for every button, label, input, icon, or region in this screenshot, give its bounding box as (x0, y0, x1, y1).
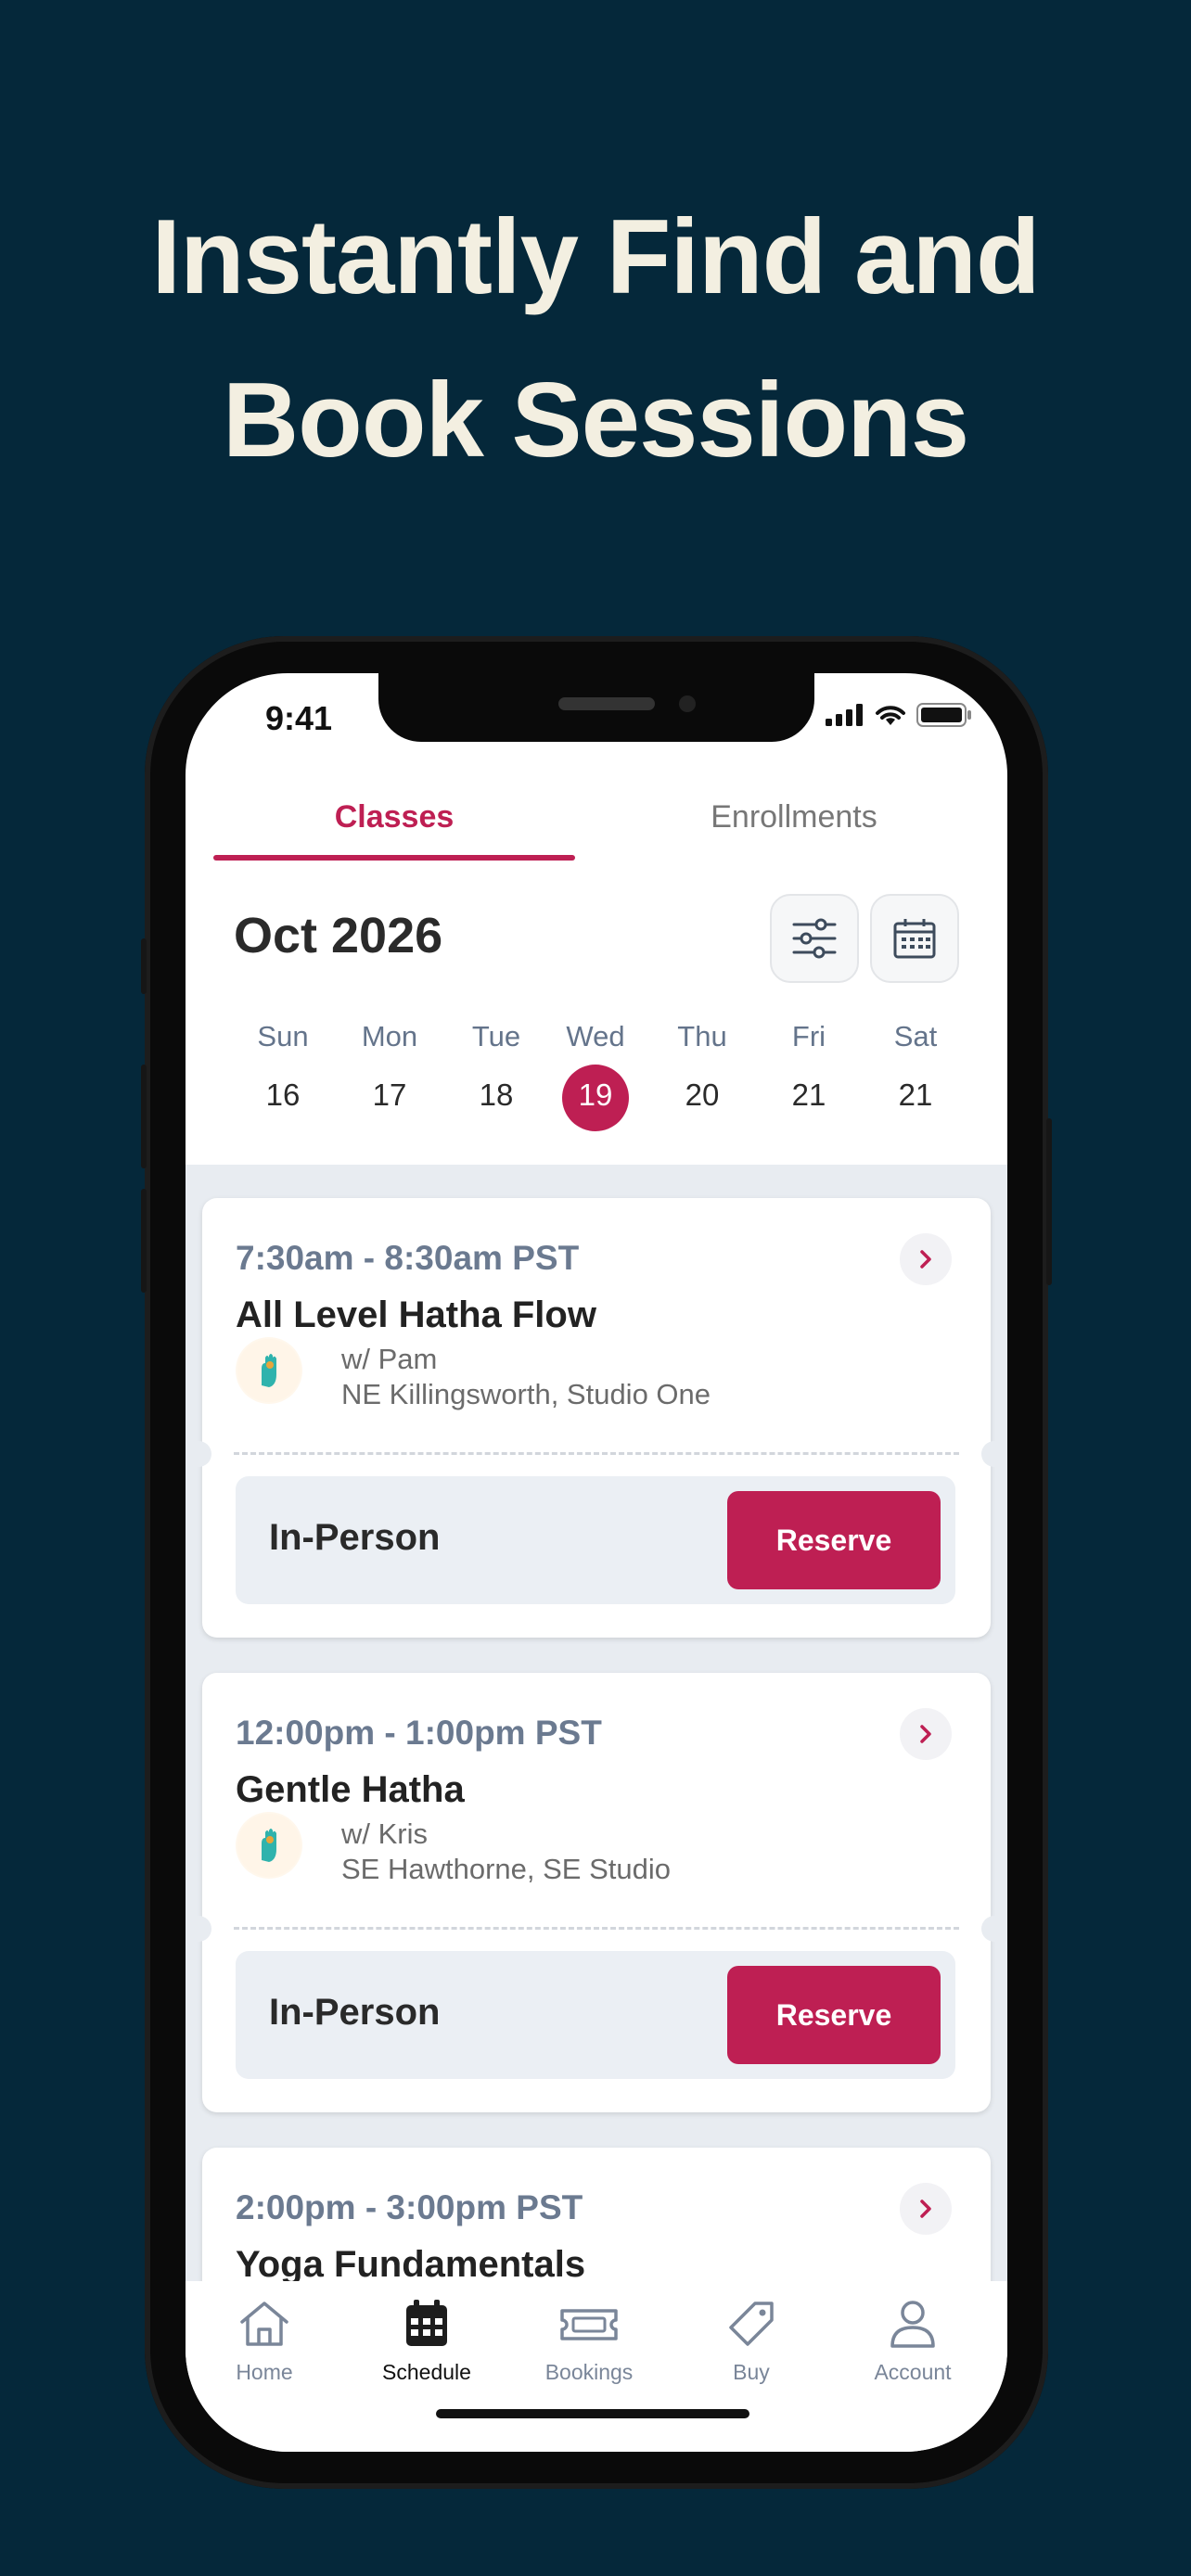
home-indicator[interactable] (436, 2409, 749, 2418)
day-number[interactable]: 16 (237, 1078, 329, 1113)
front-camera (679, 695, 696, 712)
instructor-name: w/ Pam (341, 1343, 438, 1375)
power-button (1046, 1118, 1052, 1285)
calendar-picker-button[interactable] (870, 894, 959, 983)
class-card[interactable]: 12:00pm - 1:00pm PST Gentle Hatha w/ Kri… (186, 1673, 1007, 2112)
class-details-button[interactable] (900, 1708, 952, 1760)
person-icon (890, 2301, 935, 2348)
ticket-notch (186, 1916, 211, 1942)
day-number[interactable]: 18 (450, 1078, 543, 1113)
instructor-name: w/ Kris (341, 1817, 428, 1850)
weekday-label: Wed (566, 1020, 625, 1052)
weekday-label: Mon (361, 1020, 418, 1052)
attendance-mode: In-Person (269, 1992, 441, 2033)
tabbar-item-buy[interactable]: Buy (677, 2298, 826, 2385)
class-title: Yoga Fundamentals (236, 2244, 586, 2285)
signal-icon (826, 704, 863, 726)
day-number[interactable]: 21 (869, 1078, 962, 1113)
class-details-button[interactable] (900, 1233, 952, 1285)
class-location: SE Hawthorne, SE Studio (341, 1853, 671, 1885)
studio-logo (236, 1337, 302, 1404)
marketing-headline: Instantly Find and Book Sessions (0, 176, 1191, 503)
speaker-grille (558, 697, 655, 710)
home-icon (240, 2302, 288, 2346)
headline-line-1: Instantly Find and (151, 198, 1040, 316)
weekday-label: Tue (471, 1020, 521, 1052)
dashed-divider (234, 1927, 959, 1930)
tabbar-label: Schedule (382, 2360, 471, 2384)
ticket-notch (981, 1441, 1007, 1467)
tabbar-label: Buy (733, 2360, 770, 2384)
weekday-label: Sun (257, 1020, 309, 1052)
hand-logo-icon (237, 1339, 301, 1402)
class-list[interactable]: 7:30am - 8:30am PST All Level Hatha Flow… (186, 1165, 1007, 2305)
status-time: 9:41 (265, 699, 333, 737)
tabbar-label: Account (874, 2360, 952, 2384)
status-icons (826, 703, 972, 727)
ticket-icon (560, 2309, 618, 2340)
booking-row: In-Person Reserve (236, 1476, 955, 1604)
tab-enrollments[interactable]: Enrollments (608, 799, 980, 835)
active-tab-indicator (213, 855, 575, 861)
mute-switch (141, 938, 147, 994)
ticket-notch (186, 1441, 211, 1467)
class-title: All Level Hatha Flow (236, 1294, 596, 1335)
tab-classes[interactable]: Classes (213, 799, 575, 835)
chevron-right-icon (920, 1725, 931, 1743)
filter-button[interactable] (770, 894, 859, 983)
device-notch (378, 673, 814, 742)
weekday-label: Sat (893, 1020, 938, 1052)
studio-logo (236, 1812, 302, 1879)
tabbar-item-bookings[interactable]: Bookings (515, 2298, 663, 2385)
tabbar-label: Home (236, 2360, 293, 2384)
attendance-mode: In-Person (269, 1517, 441, 1558)
weekday-label: Fri (791, 1020, 826, 1052)
wifi-icon (876, 706, 905, 725)
chevron-right-icon (920, 2200, 931, 2218)
class-location: NE Killingsworth, Studio One (341, 1378, 711, 1410)
class-card[interactable]: 7:30am - 8:30am PST All Level Hatha Flow… (186, 1198, 1007, 1638)
day-number[interactable]: 20 (656, 1078, 749, 1113)
booking-row: In-Person Reserve (236, 1951, 955, 2079)
volume-up-button (141, 1065, 147, 1168)
reserve-button[interactable]: Reserve (727, 1966, 941, 2064)
tabbar-item-account[interactable]: Account (839, 2298, 987, 2385)
ticket-notch (981, 1916, 1007, 1942)
day-number-selected[interactable]: 19 (549, 1078, 642, 1113)
class-time: 2:00pm - 3:00pm PST (236, 2188, 583, 2226)
chevron-right-icon (920, 1250, 931, 1269)
hand-logo-icon (237, 1814, 301, 1877)
class-time: 7:30am - 8:30am PST (236, 1239, 580, 1277)
day-number[interactable]: 17 (343, 1078, 436, 1113)
headline-line-2: Book Sessions (222, 362, 969, 479)
tabbar-item-home[interactable]: Home (190, 2298, 339, 2385)
dashed-divider (234, 1452, 959, 1455)
tabbar-label: Bookings (544, 2360, 634, 2384)
volume-down-button (141, 1189, 147, 1293)
sliders-icon (792, 918, 837, 959)
day-number[interactable]: 21 (762, 1078, 855, 1113)
tag-icon (729, 2302, 774, 2346)
weekday-label: Thu (677, 1020, 727, 1052)
battery-icon (916, 703, 971, 727)
bottom-tab-bar: Home Schedule Bookings Buy Account (186, 2281, 1007, 2452)
class-title: Gentle Hatha (236, 1769, 465, 1810)
calendar-grid-icon (893, 919, 936, 959)
class-time: 12:00pm - 1:00pm PST (236, 1714, 602, 1752)
tabbar-item-schedule[interactable]: Schedule (352, 2298, 501, 2385)
phone-frame: 9:41 Classes Enrollments Oct 2026 Sun Mo… (141, 636, 1052, 2489)
month-title: Oct 2026 (234, 908, 443, 963)
calendar-icon (406, 2300, 447, 2346)
class-details-button[interactable] (900, 2183, 952, 2235)
app-screen: 9:41 Classes Enrollments Oct 2026 Sun Mo… (186, 673, 1007, 2452)
reserve-button[interactable]: Reserve (727, 1491, 941, 1589)
